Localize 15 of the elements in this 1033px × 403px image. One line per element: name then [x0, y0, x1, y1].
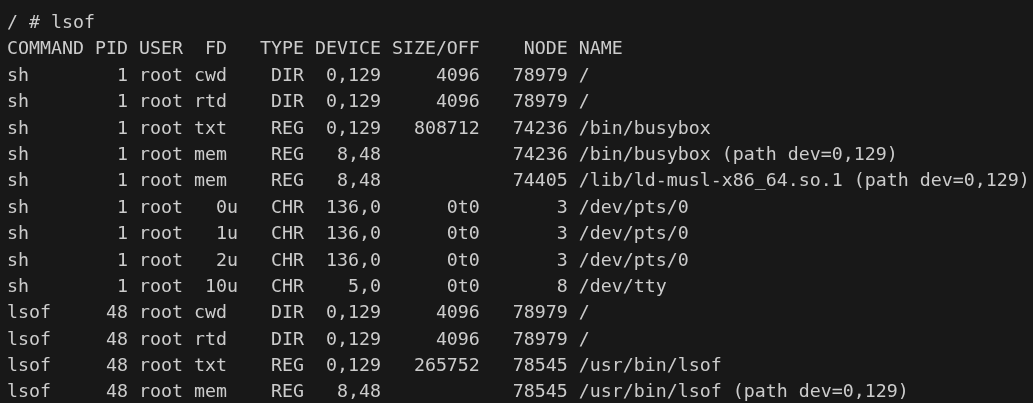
output-line: lsof 48 root txt REG 0,129 265752 78545 /usr/bin/lsof — [7, 353, 722, 378]
output-line: sh 1 root cwd DIR 0,129 4096 78979 / — [7, 62, 590, 87]
output-line: sh 1 root 10u CHR 5,0 0t0 8 /dev/tty — [7, 273, 667, 298]
output-line: sh 1 root rtd DIR 0,129 4096 78979 / — [7, 89, 590, 114]
output-line: lsof 48 root mem REG 8,48 78545 /usr/bin/lsof (path dev=0,129) — [7, 379, 909, 403]
output-line: lsof 48 root cwd DIR 0,129 4096 78979 / — [7, 300, 590, 325]
output-line: sh 1 root 1u CHR 136,0 0t0 3 /dev/pts/0 — [7, 221, 689, 246]
output-line: sh 1 root mem REG 8,48 74405 /lib/ld-musl-x86_64.so.1 (path dev=0,129) — [7, 168, 1030, 193]
output-line: COMMAND PID USER FD TYPE DEVICE SIZE/OFF NODE NAME — [7, 36, 623, 61]
output-line: sh 1 root mem REG 8,48 74236 /bin/busybox (path dev=0,129) — [7, 141, 898, 166]
output-line: sh 1 root txt REG 0,129 808712 74236 /bin/busybox — [7, 115, 711, 140]
output-line: sh 1 root 2u CHR 136,0 0t0 3 /dev/pts/0 — [7, 247, 689, 272]
command-line: / # lsof — [7, 10, 95, 34]
output-line: lsof 48 root rtd DIR 0,129 4096 78979 / — [7, 326, 590, 351]
output-line: sh 1 root 0u CHR 136,0 0t0 3 /dev/pts/0 — [7, 194, 689, 219]
